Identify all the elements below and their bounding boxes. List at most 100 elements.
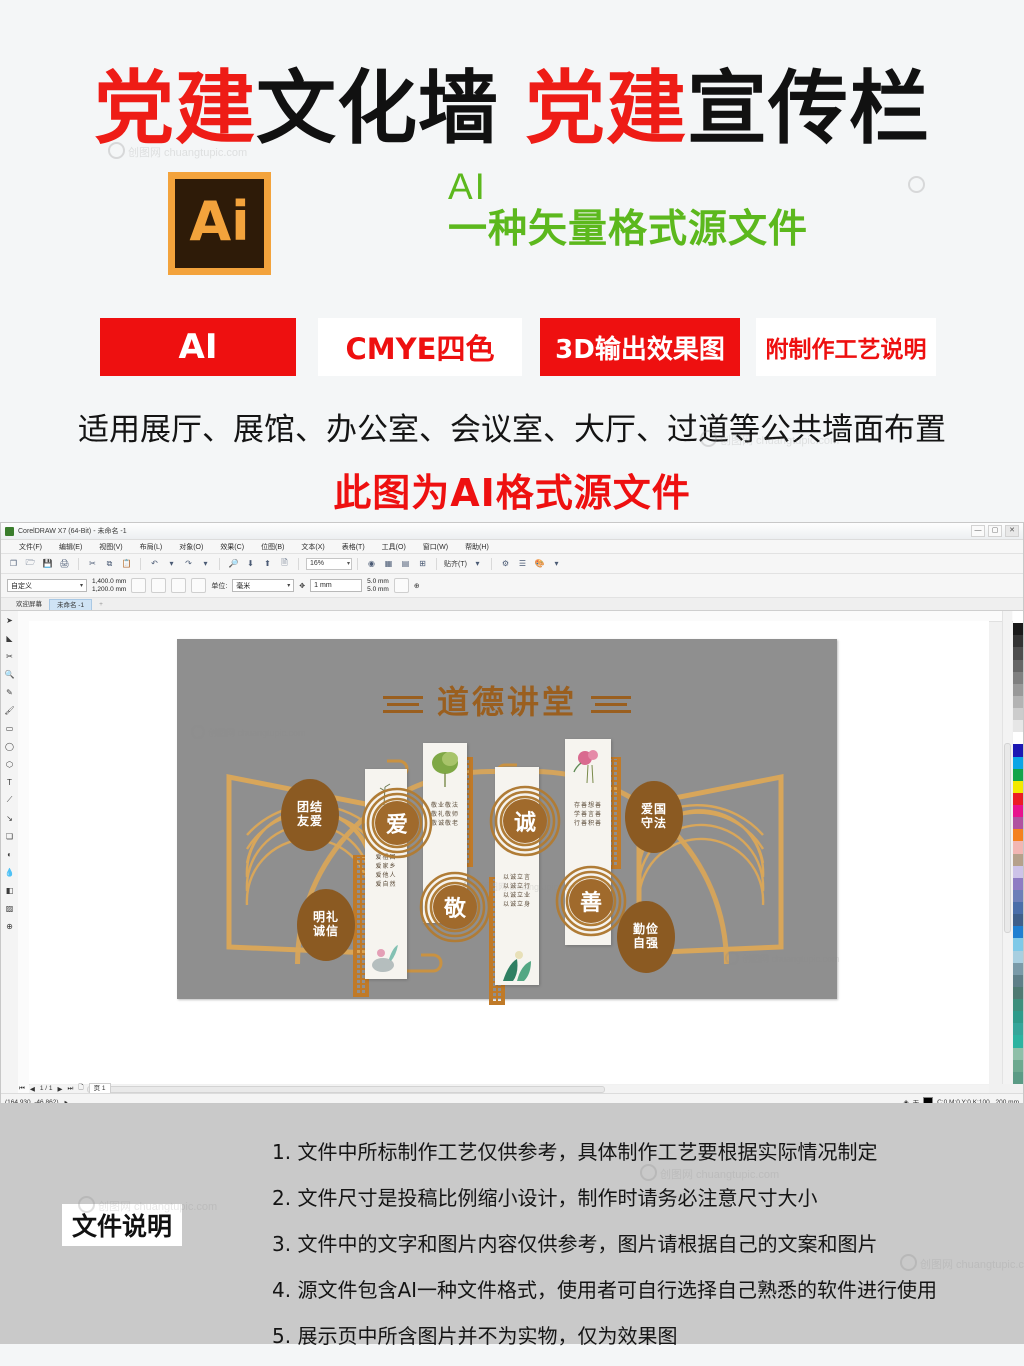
color-eyedropper-tool-icon[interactable]: 💧 — [4, 866, 16, 878]
close-button[interactable]: ✕ — [1005, 525, 1019, 537]
palette-swatch[interactable] — [1013, 1023, 1023, 1036]
palette-swatch[interactable] — [1013, 1047, 1023, 1060]
redo-icon[interactable]: ↷ — [182, 557, 195, 570]
artistic-media-tool-icon[interactable]: 🖌 — [4, 704, 16, 716]
palette-swatch[interactable] — [1013, 635, 1023, 648]
menu-view[interactable]: 视图(V) — [99, 542, 122, 552]
color-palette[interactable] — [1013, 611, 1023, 1084]
page-next-icon[interactable]: ▶ — [58, 1085, 63, 1093]
palette-swatch[interactable] — [1013, 647, 1023, 660]
menu-layout[interactable]: 布局(L) — [140, 542, 163, 552]
artboard[interactable]: 道德讲堂 爱祖国 爱家乡 爱他人 爱自然 爱 敬业敬法 敬礼敬师 敬诚敬老 敬 … — [177, 639, 840, 1005]
medallion-cheng[interactable]: 诚 — [503, 799, 547, 843]
palette-swatch[interactable] — [1013, 695, 1023, 708]
bleed-vertical-value[interactable]: 5.0 mm — [367, 586, 389, 593]
slogan-oval-diligence[interactable]: 勤俭 自强 — [617, 901, 675, 973]
menu-bitmaps[interactable]: 位图(B) — [261, 542, 284, 552]
palette-swatch[interactable] — [1013, 1035, 1023, 1048]
ellipse-tool-icon[interactable]: ◯ — [4, 740, 16, 752]
show-rulers-icon[interactable]: ▤ — [399, 557, 412, 570]
import-icon[interactable]: ⬇ — [244, 557, 257, 570]
palette-swatch[interactable] — [1013, 708, 1023, 721]
minimize-button[interactable]: — — [971, 525, 985, 537]
palette-swatch[interactable] — [1013, 914, 1023, 927]
palette-swatch[interactable] — [1013, 659, 1023, 672]
export-icon[interactable]: ⬆ — [261, 557, 274, 570]
interactive-fill-tool-icon[interactable]: ◧ — [4, 884, 16, 896]
cut-icon[interactable]: ✂ — [86, 557, 99, 570]
standard-toolbar[interactable]: ❐ 🗁 💾 🖨 ✂ ⧉ 📋 ↶ ▾ ↷ ▾ 🔎 ⬇ ⬆ 🗎 16% ▾ ◉ ▦ … — [1, 554, 1023, 574]
palette-swatch[interactable] — [1013, 974, 1023, 987]
palette-swatch[interactable] — [1013, 732, 1023, 745]
snap-dropdown-icon[interactable]: ▾ — [471, 557, 484, 570]
palette-swatch[interactable] — [1013, 1011, 1023, 1024]
bleed-horizontal-value[interactable]: 5.0 mm — [367, 578, 389, 585]
page-first-icon[interactable]: ⏮ — [19, 1085, 25, 1093]
drawing-canvas[interactable]: 道德讲堂 爱祖国 爱家乡 爱他人 爱自然 爱 敬业敬法 敬礼敬师 敬诚敬老 敬 … — [29, 621, 989, 1084]
options-icon[interactable]: ⚙ — [499, 557, 512, 570]
palette-swatch[interactable] — [1013, 1071, 1023, 1084]
freehand-tool-icon[interactable]: ✎ — [4, 686, 16, 698]
shape-tool-icon[interactable]: ◣ — [4, 632, 16, 644]
slogan-oval-courtesy[interactable]: 明礼 诚信 — [297, 889, 355, 961]
polygon-tool-icon[interactable]: ⬡ — [4, 758, 16, 770]
palette-swatch[interactable] — [1013, 720, 1023, 733]
page-border-icon[interactable] — [191, 578, 207, 593]
straight-connector-tool-icon[interactable]: ↘ — [4, 812, 16, 824]
zoom-level-input[interactable]: 16% — [306, 557, 352, 570]
undo-icon[interactable]: ↶ — [148, 557, 161, 570]
save-icon[interactable]: 💾 — [41, 557, 54, 570]
print-icon[interactable]: 🖨 — [58, 557, 71, 570]
document-tabs[interactable]: 欢迎屏幕 未命名 -1 + — [1, 598, 1023, 611]
tab-untitled-1[interactable]: 未命名 -1 — [49, 598, 93, 610]
palette-swatch[interactable] — [1013, 756, 1023, 769]
parallel-dimension-tool-icon[interactable]: ⟋ — [4, 794, 16, 806]
palette-swatch[interactable] — [1013, 962, 1023, 975]
palette-swatch[interactable] — [1013, 889, 1023, 902]
menu-table[interactable]: 表格(T) — [342, 542, 365, 552]
slogan-oval-patriotism[interactable]: 爱国 守法 — [625, 781, 683, 853]
zoom-dropdown-icon[interactable]: ▾ — [347, 560, 350, 567]
paste-icon[interactable]: 📋 — [120, 557, 133, 570]
menu-object[interactable]: 对象(O) — [179, 542, 203, 552]
outline-swatch-icon[interactable] — [923, 1097, 934, 1103]
window-controls[interactable]: — ▢ ✕ — [971, 525, 1019, 537]
color-style-icon[interactable]: 🎨 — [533, 557, 546, 570]
palette-swatch[interactable] — [1013, 986, 1023, 999]
copy-icon[interactable]: ⧉ — [103, 557, 116, 570]
palette-swatch[interactable] — [1013, 805, 1023, 818]
palette-swatch[interactable] — [1013, 623, 1023, 636]
palette-swatch[interactable] — [1013, 611, 1023, 624]
redo-dropdown-icon[interactable]: ▾ — [199, 557, 212, 570]
palette-swatch[interactable] — [1013, 1059, 1023, 1072]
page-preset-select[interactable]: 自定义 — [7, 579, 87, 592]
bleed-group[interactable]: 5.0 mm 5.0 mm — [367, 578, 389, 593]
duplicate-distance-icon[interactable] — [393, 578, 409, 593]
palette-swatch[interactable] — [1013, 926, 1023, 939]
medallion-ai[interactable]: 爱 — [375, 801, 419, 845]
page-width-value[interactable]: 1,400.0 mm — [92, 578, 126, 585]
medallion-shan[interactable]: 善 — [569, 879, 613, 923]
publish-pdf-icon[interactable]: 🗎 — [278, 557, 291, 570]
menu-help[interactable]: 帮助(H) — [465, 542, 489, 552]
more-tools-icon[interactable]: ⊕ — [4, 920, 16, 932]
menu-bar[interactable]: 文件(F) 编辑(E) 视图(V) 布局(L) 对象(O) 效果(C) 位图(B… — [1, 540, 1023, 554]
menu-tools[interactable]: 工具(O) — [382, 542, 406, 552]
new-document-icon[interactable]: ❐ — [7, 557, 20, 570]
menu-text[interactable]: 文本(X) — [301, 542, 324, 552]
pick-tool-icon[interactable]: ➤ — [4, 614, 16, 626]
smart-fill-tool-icon[interactable]: ▨ — [4, 902, 16, 914]
palette-swatch[interactable] — [1013, 902, 1023, 915]
snap-to-label[interactable]: 贴齐(T) — [444, 559, 467, 569]
toolbox[interactable]: ➤ ◣ ✂ 🔍 ✎ 🖌 ▭ ◯ ⬡ T ⟋ ↘ ❏ ◐ 💧 ◧ ▨ ⊕ — [1, 611, 19, 1103]
add-property-icon[interactable]: ⊕ — [414, 582, 420, 590]
medallion-jing[interactable]: 敬 — [433, 885, 477, 929]
palette-swatch[interactable] — [1013, 780, 1023, 793]
units-select[interactable]: 毫米 — [232, 579, 295, 592]
open-icon[interactable]: 🗁 — [24, 557, 37, 570]
menu-edit[interactable]: 编辑(E) — [59, 542, 82, 552]
palette-swatch[interactable] — [1013, 683, 1023, 696]
maximize-button[interactable]: ▢ — [988, 525, 1002, 537]
menu-file[interactable]: 文件(F) — [19, 542, 42, 552]
fullscreen-preview-icon[interactable]: ◉ — [365, 557, 378, 570]
